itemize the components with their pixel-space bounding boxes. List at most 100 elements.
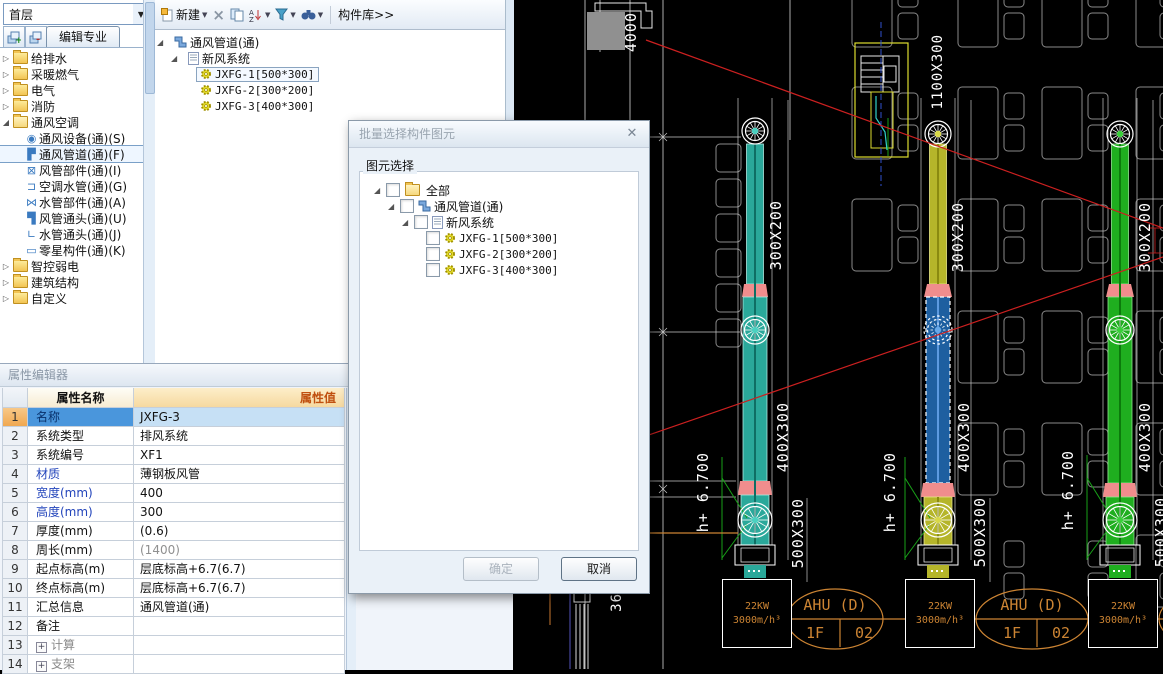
- checkbox[interactable]: [386, 183, 400, 197]
- collapse-arrow-icon[interactable]: ◢: [157, 38, 171, 47]
- fan-icon[interactable]: [1103, 503, 1137, 537]
- property-value[interactable]: 400: [134, 484, 345, 503]
- property-value[interactable]: 排风系统: [134, 427, 345, 446]
- dialog-tree-all[interactable]: ◢全部: [360, 182, 638, 198]
- property-row-7[interactable]: 7厚度(mm)(0.6): [2, 522, 353, 541]
- fan-icon[interactable]: [1107, 121, 1133, 147]
- expand-arrow-icon[interactable]: ▷: [0, 262, 12, 271]
- property-value[interactable]: [134, 636, 345, 655]
- expand-arrow-icon[interactable]: ▷: [0, 70, 12, 79]
- property-row-9[interactable]: 9起点标高(m)层底标高+6.7(6.7): [2, 560, 353, 579]
- expand-arrow-icon[interactable]: ▷: [0, 86, 12, 95]
- copy-button[interactable]: [230, 8, 244, 22]
- fan-icon[interactable]: [921, 503, 955, 537]
- dialog-tree-system[interactable]: ◢新风系统: [360, 214, 638, 230]
- expand-plus-icon[interactable]: +: [36, 661, 47, 672]
- sidebar-item-5[interactable]: ◢通风空调: [0, 114, 143, 130]
- expand-arrow-icon[interactable]: ▷: [0, 102, 12, 111]
- checkbox[interactable]: [400, 199, 414, 213]
- find-button[interactable]: ▼: [301, 8, 323, 21]
- property-row-8[interactable]: 8周长(mm)(1400): [2, 541, 353, 560]
- property-value[interactable]: 300: [134, 503, 345, 522]
- property-row-3[interactable]: 3系统编号XF1: [2, 446, 353, 465]
- sort-button[interactable]: AZ ▼: [249, 8, 270, 22]
- sidebar-item-1[interactable]: ▷给排水: [0, 50, 143, 66]
- ahu-equipment-box[interactable]: 22KW 3000m/h³: [722, 579, 792, 648]
- property-row-1[interactable]: 1名称JXFG-3: [2, 408, 353, 427]
- property-value[interactable]: [134, 617, 345, 636]
- property-value[interactable]: [134, 655, 345, 674]
- tree-group-fresh-air[interactable]: ◢新风系统: [157, 50, 318, 66]
- expand-arrow-icon[interactable]: ▷: [0, 54, 12, 63]
- property-row-6[interactable]: 6高度(mm)300: [2, 503, 353, 522]
- sidebar-item-13[interactable]: ▭零星构件(通)(K): [0, 242, 143, 258]
- expand-all-button[interactable]: +: [3, 26, 25, 48]
- checkbox[interactable]: [426, 247, 440, 261]
- dialog-tree-leaf-3[interactable]: JXFG-3[400*300]: [360, 262, 638, 278]
- collapse-arrow-icon[interactable]: ◢: [388, 202, 400, 211]
- dialog-tree-duct[interactable]: ◢通风管道(通): [360, 198, 638, 214]
- fan-icon[interactable]: [741, 316, 769, 344]
- expand-arrow-icon[interactable]: ▷: [0, 278, 12, 287]
- component-item-2[interactable]: JXFG-2[300*200]: [157, 82, 318, 98]
- sidebar-item-6[interactable]: ◉通风设备(通)(S): [0, 130, 143, 146]
- fan-icon[interactable]: [1106, 316, 1134, 344]
- collapse-arrow-icon[interactable]: ◢: [0, 118, 12, 127]
- collapse-arrow-icon[interactable]: ◢: [402, 218, 414, 227]
- checkbox[interactable]: [426, 231, 440, 245]
- filter-button[interactable]: ▼: [275, 8, 295, 21]
- checkbox[interactable]: [414, 215, 428, 229]
- sidebar-item-15[interactable]: ▷建筑结构: [0, 274, 143, 290]
- sidebar-item-2[interactable]: ▷采暖燃气: [0, 66, 143, 82]
- sidebar-item-7[interactable]: ▛通风管道(通)(F): [0, 146, 143, 162]
- sidebar-item-3[interactable]: ▷电气: [0, 82, 143, 98]
- delete-button[interactable]: ×: [212, 6, 225, 24]
- component-item-3[interactable]: JXFG-3[400*300]: [157, 98, 318, 114]
- property-row-10[interactable]: 10终点标高(m)层底标高+6.7(6.7): [2, 579, 353, 598]
- collapse-arrow-icon[interactable]: ◢: [171, 54, 185, 63]
- sidebar-item-11[interactable]: ▜风管通头(通)(U): [0, 210, 143, 226]
- component-library-button[interactable]: 构件库>>: [338, 6, 394, 23]
- property-value[interactable]: JXFG-3: [134, 408, 345, 427]
- sidebar-item-8[interactable]: ⊠风管部件(通)(I): [0, 162, 143, 178]
- close-icon[interactable]: ✕: [623, 125, 641, 143]
- floor-selector[interactable]: 首层 ▼: [3, 3, 150, 25]
- sidebar-item-12[interactable]: ∟水管通头(通)(J): [0, 226, 143, 242]
- duct-reducer[interactable]: [921, 483, 955, 497]
- checkbox[interactable]: [426, 263, 440, 277]
- property-value[interactable]: (0.6): [134, 522, 345, 541]
- expand-arrow-icon[interactable]: ▷: [0, 294, 12, 303]
- dialog-tree-leaf-1[interactable]: JXFG-1[500*300]: [360, 230, 638, 246]
- sidebar-item-16[interactable]: ▷自定义: [0, 290, 143, 306]
- left-panel-scrollbar[interactable]: [143, 0, 155, 363]
- collapse-all-button[interactable]: -: [25, 26, 47, 48]
- sidebar-item-10[interactable]: ⋈水管部件(通)(A): [0, 194, 143, 210]
- property-value[interactable]: 层底标高+6.7(6.7): [134, 560, 345, 579]
- duct-reducer[interactable]: [924, 284, 952, 297]
- ahu-equipment-box[interactable]: 22KW 3000m/h³: [905, 579, 975, 648]
- fan-icon[interactable]: [742, 118, 768, 144]
- property-row-5[interactable]: 5宽度(mm)400: [2, 484, 353, 503]
- property-value[interactable]: XF1: [134, 446, 345, 465]
- property-row-11[interactable]: 11汇总信息通风管道(通): [2, 598, 353, 617]
- property-row-13[interactable]: 13+计算: [2, 636, 353, 655]
- property-value[interactable]: (1400): [134, 541, 345, 560]
- collapse-arrow-icon[interactable]: ◢: [374, 186, 386, 195]
- property-row-2[interactable]: 2系统类型排风系统: [2, 427, 353, 446]
- property-row-12[interactable]: 12备注: [2, 617, 353, 636]
- property-row-14[interactable]: 14+支架: [2, 655, 353, 674]
- sidebar-item-9[interactable]: ⊐空调水管(通)(G): [0, 178, 143, 194]
- expand-plus-icon[interactable]: +: [36, 642, 47, 653]
- dialog-tree-leaf-2[interactable]: JXFG-2[300*200]: [360, 246, 638, 262]
- property-value[interactable]: 层底标高+6.7(6.7): [134, 579, 345, 598]
- tab-edit-discipline[interactable]: 编辑专业: [46, 26, 120, 48]
- tree-root-duct[interactable]: ◢通风管道(通): [157, 34, 318, 50]
- fan-icon[interactable]: [738, 503, 772, 537]
- new-button[interactable]: 新建 ▼: [161, 6, 207, 23]
- component-item-1[interactable]: JXFG-1[500*300]: [157, 66, 318, 82]
- cancel-button[interactable]: 取消: [561, 557, 637, 581]
- property-value[interactable]: 薄钢板风管: [134, 465, 345, 484]
- property-row-4[interactable]: 4材质薄钢板风管: [2, 465, 353, 484]
- ahu-equipment-box[interactable]: 22KW 3000m/h³: [1088, 579, 1158, 648]
- sidebar-item-4[interactable]: ▷消防: [0, 98, 143, 114]
